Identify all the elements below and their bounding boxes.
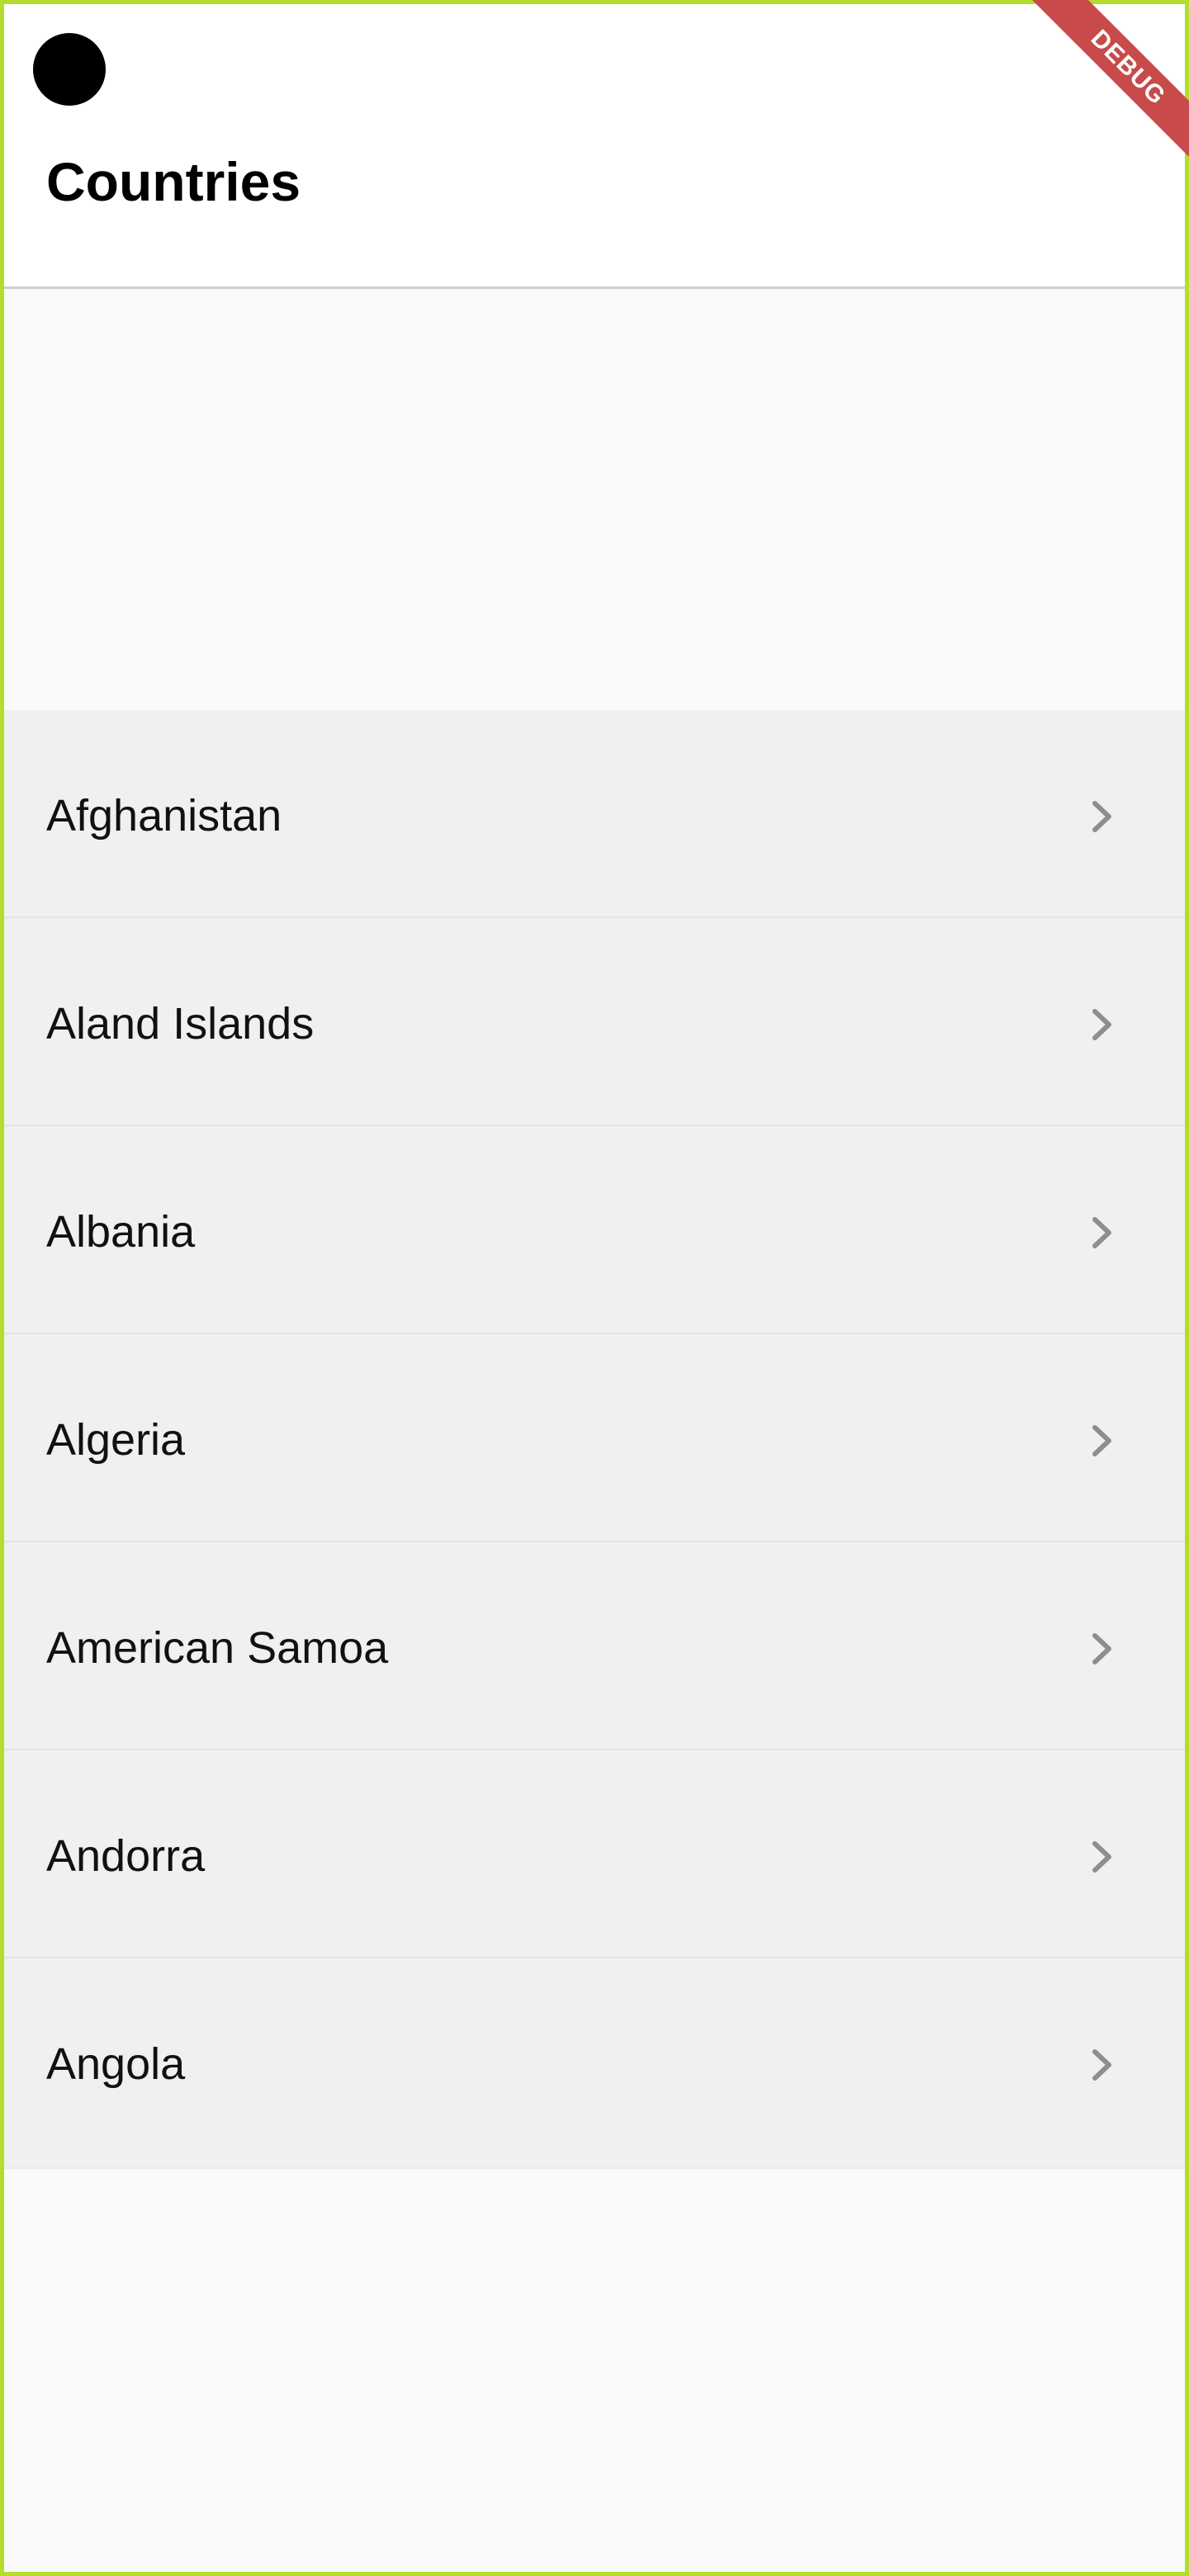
page-title: Countries [46, 151, 301, 213]
country-list-item[interactable]: Andorra [4, 1750, 1185, 1958]
debug-banner-label: DEBUG [1024, 0, 1189, 165]
chevron-right-icon [1091, 1840, 1116, 1874]
country-list-item[interactable]: Afghanistan [4, 710, 1185, 918]
country-list: Afghanistan Aland Islands Albania Algeri… [4, 710, 1185, 2166]
country-list-item[interactable]: Algeria [4, 1334, 1185, 1542]
country-name: Albania [46, 1207, 196, 1257]
country-name: American Samoa [46, 1623, 389, 1673]
chevron-right-icon [1091, 2048, 1116, 2082]
country-name: Andorra [46, 1831, 206, 1881]
chevron-right-icon [1091, 799, 1116, 834]
status-dot-icon [33, 33, 106, 106]
country-list-item[interactable]: Angola [4, 1958, 1185, 2166]
chevron-right-icon [1091, 1423, 1116, 1458]
country-name: Afghanistan [46, 791, 282, 841]
chevron-right-icon [1091, 1631, 1116, 1666]
chevron-right-icon [1091, 1007, 1116, 1042]
country-list-item[interactable]: Albania [4, 1126, 1185, 1334]
chevron-right-icon [1091, 1215, 1116, 1250]
country-list-item[interactable]: American Samoa [4, 1542, 1185, 1750]
country-list-item[interactable]: Aland Islands [4, 918, 1185, 1126]
app-bar: Countries [0, 0, 1189, 289]
country-name: Aland Islands [46, 999, 315, 1049]
debug-ribbon: DEBUG [1024, 0, 1189, 165]
country-name: Algeria [46, 1415, 186, 1465]
country-name: Angola [46, 2039, 186, 2089]
